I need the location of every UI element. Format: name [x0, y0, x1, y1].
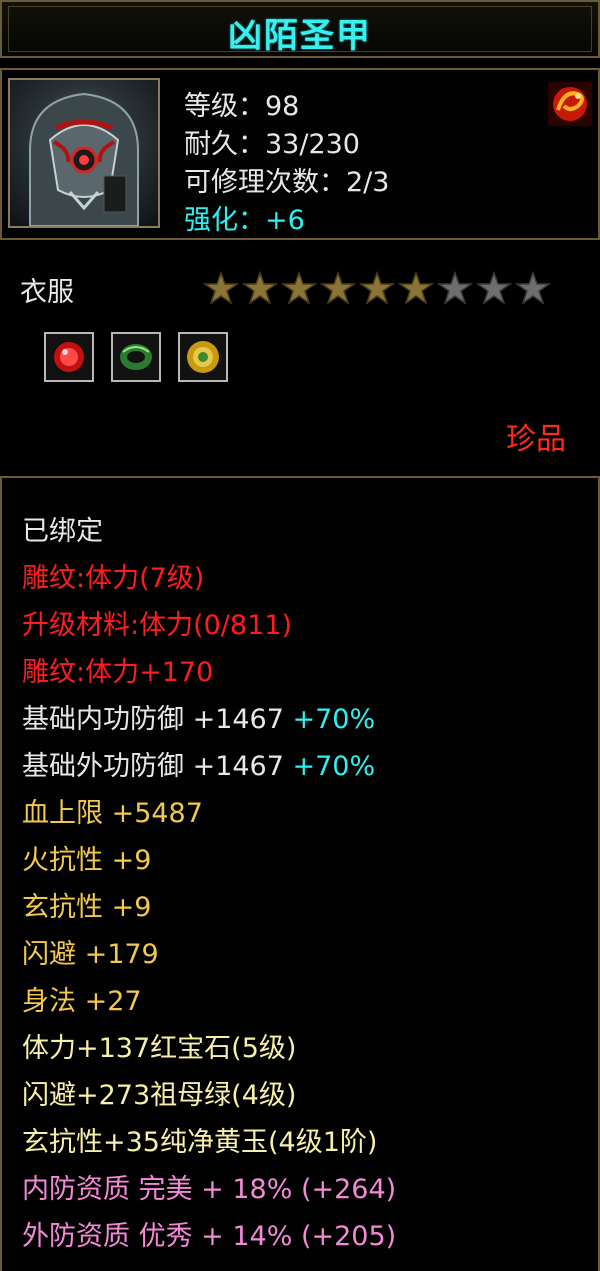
socket-row [44, 332, 240, 382]
stat-line: 雕纹:体力+170 [22, 649, 396, 696]
stat-line: 基础内功防御 +1467 +70% [22, 696, 396, 743]
stat-bonus-percent: +70% [283, 751, 376, 782]
stat-text: 已绑定 [22, 516, 103, 547]
stat-text: 雕纹:体力(7级) [22, 563, 205, 594]
stat-line: 身法 +27 [22, 978, 396, 1025]
stat-line: 闪避+273祖母绿(4级) [22, 1072, 396, 1119]
stat-text: 升级材料:体力(0/811) [22, 610, 292, 641]
ruby-socket-icon [44, 332, 94, 382]
emerald-socket-icon [111, 332, 162, 382]
stat-line: 雕纹:体力(7级) [22, 555, 396, 602]
stat-line: 升级材料:体力(0/811) [22, 602, 396, 649]
durability-text: 耐久：33/230 [184, 129, 360, 160]
armor-icon [8, 78, 160, 228]
stat-text: 基础内功防御 +1467 [22, 704, 284, 735]
stat-text: 体力+137红宝石(5级) [22, 1033, 297, 1064]
stat-line: 外防资质 优秀 + 14% (+205) [22, 1213, 396, 1260]
stat-text: 身法 +27 [22, 986, 142, 1017]
stat-text: 雕纹:体力+170 [22, 657, 214, 688]
star-rating [202, 270, 554, 306]
stat-text: 闪避 +179 [22, 939, 159, 970]
stat-line: 玄抗性 +9 [22, 884, 396, 931]
repair-count-text: 可修理次数：2/3 [184, 167, 390, 198]
star-filled-icon [319, 270, 359, 306]
stat-line: 内防资质 完美 + 18% (+264) [22, 1166, 396, 1213]
stat-text: 外防资质 优秀 + 14% (+205) [22, 1221, 397, 1252]
star-filled-icon [358, 270, 398, 306]
enhance-text: 强化：+6 [184, 205, 305, 236]
yellow-jade-socket-icon [178, 332, 229, 382]
star-filled-icon [397, 270, 437, 306]
item-header: 等级：98 耐久：33/230 可修理次数：2/3 强化：+6 [0, 68, 600, 240]
item-class-label: 衣服 [20, 277, 74, 308]
stat-line: 基础外功防御 +1467 +70% [22, 743, 396, 790]
stat-text: 内防资质 完美 + 18% (+264) [22, 1174, 397, 1205]
star-filled-icon [202, 270, 242, 306]
star-filled-icon [241, 270, 281, 306]
stat-text: 玄抗性 +9 [22, 892, 152, 923]
item-tooltip: 凶陌圣甲 等级：98 耐久：33/230 可修理次数：2/3 强化：+6 衣服 … [0, 0, 600, 1271]
item-title: 凶陌圣甲 [228, 16, 372, 56]
stats-panel: 已绑定雕纹:体力(7级) 升级材料:体力(0/811) 雕纹:体力+170 基础内功防… [0, 476, 600, 1271]
stat-text: 基础外功防御 +1467 [22, 751, 284, 782]
stat-text: 血上限 +5487 [22, 798, 203, 829]
stat-lines: 已绑定雕纹:体力(7级) 升级材料:体力(0/811) 雕纹:体力+170 基础内功防… [22, 508, 396, 1260]
stat-text: 玄抗性+35纯净黄玉(4级1阶) [22, 1127, 378, 1158]
stat-line: 血上限 +5487 [22, 790, 396, 837]
stat-bonus-percent: +70% [283, 704, 376, 735]
stat-line: 已绑定 [22, 508, 396, 555]
stat-line: 火抗性 +9 [22, 837, 396, 884]
rarity-label: 珍品 [506, 422, 566, 457]
stat-line: 玄抗性+35纯净黄玉(4级1阶) [22, 1119, 396, 1166]
star-filled-icon [280, 270, 320, 306]
level-text: 等级：98 [184, 91, 300, 122]
star-empty-icon [475, 270, 515, 306]
stat-line: 体力+137红宝石(5级) [22, 1025, 396, 1072]
star-empty-icon [514, 270, 554, 306]
star-empty-icon [436, 270, 476, 306]
title-bar: 凶陌圣甲 [0, 0, 600, 58]
stat-text: 火抗性 +9 [22, 845, 152, 876]
fire-gem-icon [548, 82, 592, 126]
stat-line: 闪避 +179 [22, 931, 396, 978]
stat-text: 闪避+273祖母绿(4级) [22, 1080, 297, 1111]
